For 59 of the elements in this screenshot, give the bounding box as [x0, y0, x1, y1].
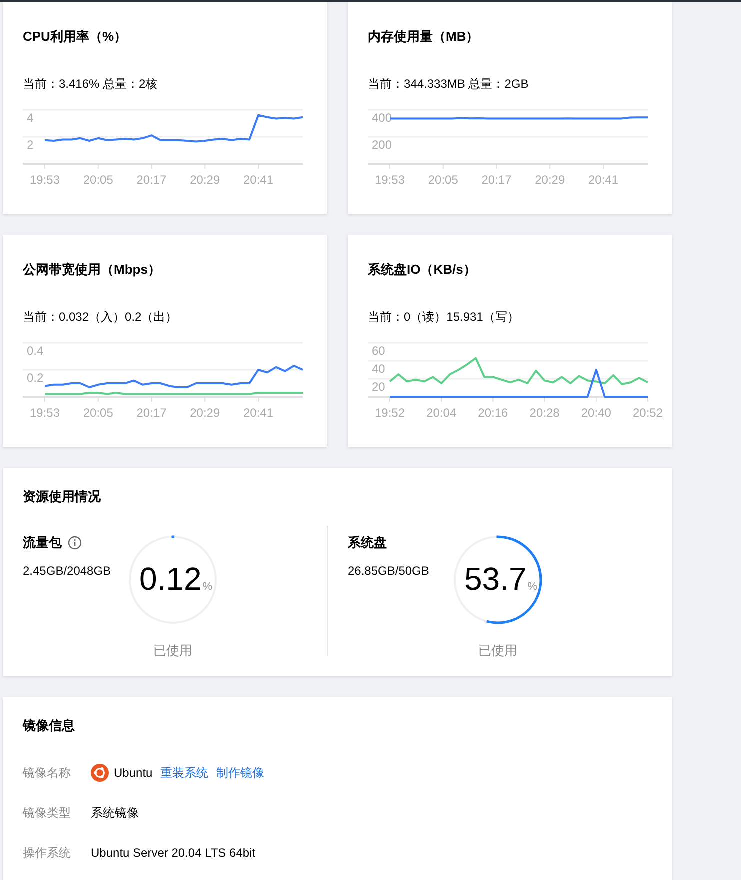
axis-label: 20:05: [83, 173, 114, 187]
axis-label: 20:28: [530, 406, 560, 420]
card-title: 镜像信息: [23, 717, 76, 735]
resource-name: 流量包: [23, 534, 62, 552]
axis-label: 20:05: [83, 406, 114, 420]
axis-label: 40: [372, 362, 386, 376]
axis-label: 20:05: [428, 173, 458, 187]
axis-label: 400: [372, 111, 392, 125]
field-value: Ubuntu Server 20.04 LTS 64bit: [91, 846, 256, 860]
axis-label: 19:53: [30, 173, 60, 187]
axis-label: 20:40: [581, 406, 612, 420]
axis-label: 20:41: [588, 173, 619, 187]
card-title: 系统盘IO（KB/s）: [368, 261, 478, 279]
field-value: Ubuntu: [114, 766, 153, 780]
axis-label: 20:41: [244, 173, 274, 187]
axis-label: 20:17: [136, 173, 167, 187]
card-title: 公网带宽使用（Mbps）: [23, 261, 162, 279]
usage-percent: 0.12: [139, 560, 202, 598]
axis-label: 20:16: [478, 406, 508, 420]
card-title: CPU利用率（%）: [23, 28, 128, 46]
field-label: 镜像类型: [23, 804, 72, 822]
axis-label: 19:53: [30, 406, 60, 420]
axis-label: 4: [27, 111, 34, 125]
current-value: 当前：3.416% 总量：2核: [23, 76, 159, 92]
axis-label: 20:52: [632, 406, 664, 420]
current-value: 当前：0.032（入）0.2（出）: [23, 309, 179, 325]
os-logo-icon: [91, 764, 109, 782]
percent-unit: %: [202, 581, 213, 593]
axis-label: 19:52: [374, 406, 406, 420]
field-label: 操作系统: [23, 844, 72, 862]
card-title: 资源使用情况: [23, 488, 102, 506]
action-link[interactable]: 重装系统: [160, 764, 209, 782]
current-value: 当前：344.333MB 总量：2GB: [368, 76, 530, 92]
current-value: 当前：0（读）15.931（写）: [368, 309, 520, 325]
axis-label: 0.2: [27, 371, 44, 385]
usage-caption: 已使用: [478, 642, 518, 660]
axis-label: 20: [372, 380, 386, 394]
field-value: 系统镜像: [91, 804, 139, 822]
ring-fill: [172, 536, 175, 538]
action-link[interactable]: 制作镜像: [216, 764, 265, 782]
axis-label: 200: [372, 138, 392, 152]
axis-label: 20:41: [244, 406, 274, 420]
axis-label: 20:04: [426, 406, 457, 420]
usage-amount: 2.45GB/2048GB: [23, 564, 112, 578]
resource-name: 系统盘: [348, 534, 387, 552]
field-label: 镜像名称: [23, 764, 72, 782]
axis-label: 60: [372, 344, 386, 358]
card-title: 内存使用量（MB）: [368, 28, 480, 46]
usage-amount: 26.85GB/50GB: [348, 564, 430, 578]
usage-caption: 已使用: [154, 642, 192, 660]
axis-label: 20:29: [190, 173, 220, 187]
info-icon[interactable]: [68, 536, 82, 550]
axis-label: 20:17: [482, 173, 512, 187]
axis-label: 0.4: [27, 344, 44, 358]
axis-label: 20:17: [136, 406, 167, 420]
axis-label: 19:53: [374, 173, 406, 187]
axis-label: 20:29: [535, 173, 566, 187]
axis-label: 20:29: [190, 406, 220, 420]
axis-label: 2: [27, 138, 34, 152]
